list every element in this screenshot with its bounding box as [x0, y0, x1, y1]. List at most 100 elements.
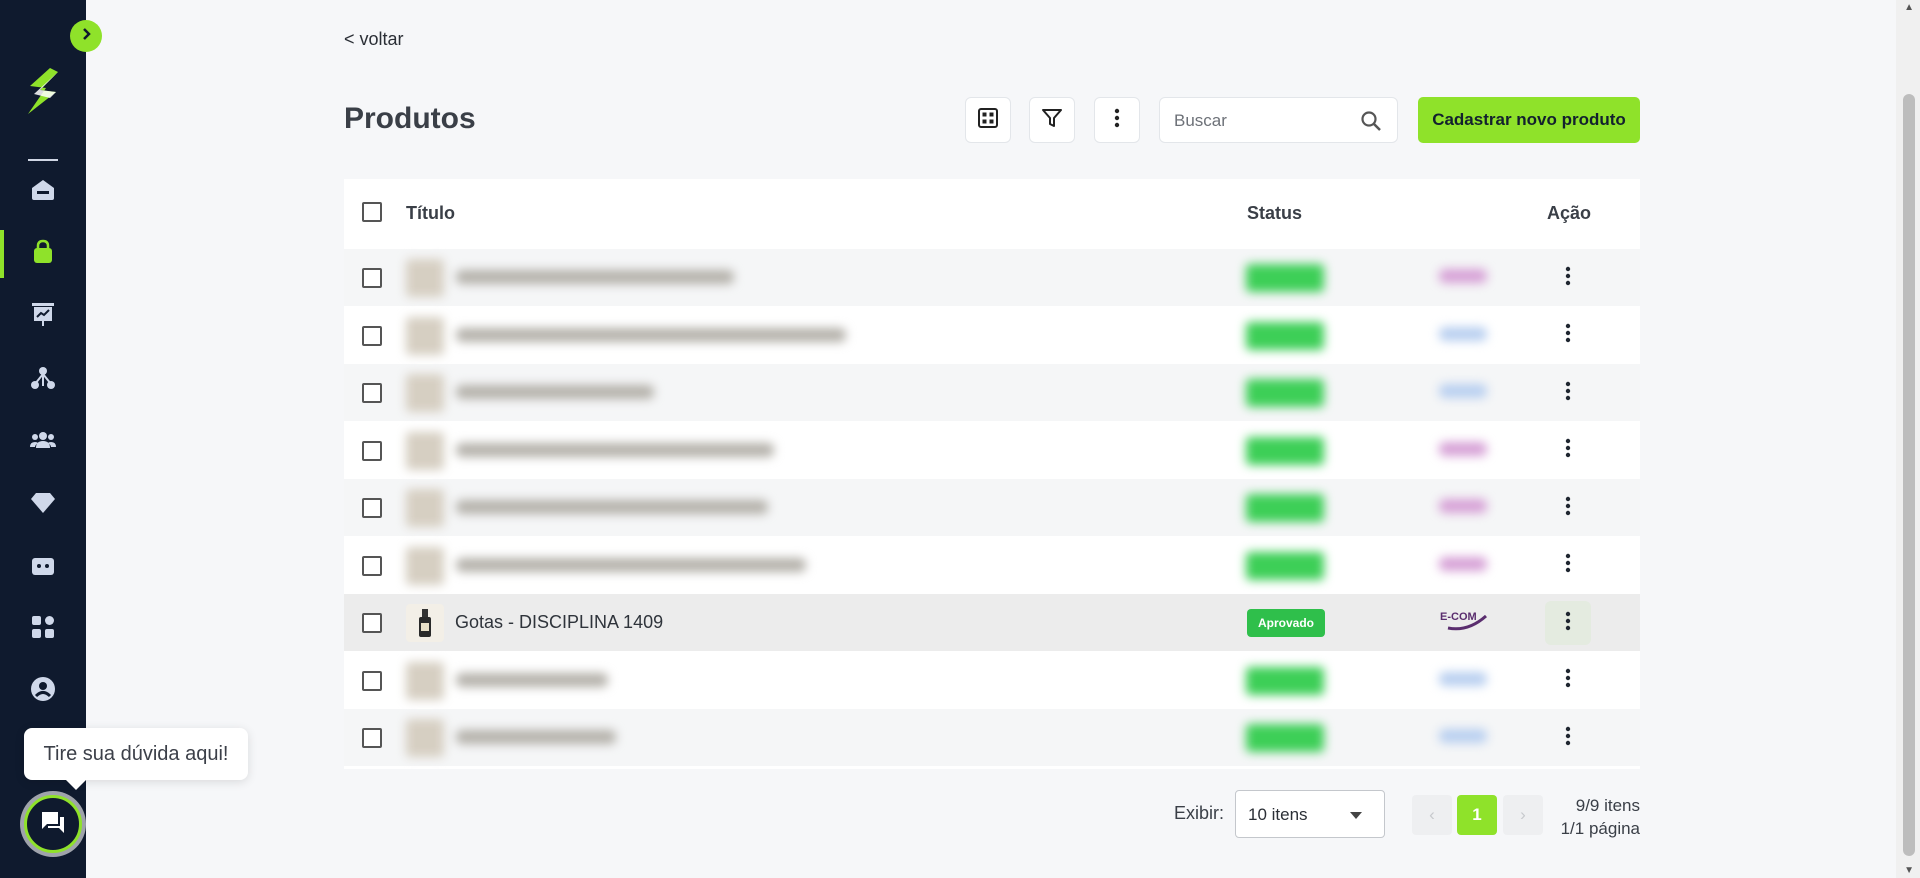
table-row[interactable]	[344, 536, 1640, 594]
row-checkbox[interactable]	[362, 728, 382, 748]
status-badge-redacted	[1246, 494, 1324, 522]
scrollbar[interactable]: ▲ ▼	[1896, 0, 1920, 878]
grid-view-button[interactable]	[965, 97, 1011, 143]
row-checkbox[interactable]	[362, 498, 382, 518]
row-checkbox[interactable]	[362, 440, 382, 461]
table-row[interactable]	[344, 249, 1640, 306]
grid-icon	[976, 106, 1000, 135]
sidebar-item-affiliates[interactable]	[0, 354, 86, 406]
product-thumbnail	[406, 546, 444, 585]
product-thumbnail	[406, 259, 444, 297]
prev-page-button[interactable]: ‹	[1412, 795, 1452, 835]
help-tooltip: Tire sua dúvida aqui!	[24, 728, 248, 790]
product-title-redacted	[456, 385, 654, 399]
channel-logo-redacted	[1439, 671, 1487, 686]
table-row[interactable]	[344, 306, 1640, 364]
kebab-menu-icon	[1556, 436, 1580, 465]
row-checkbox[interactable]	[362, 268, 382, 288]
column-header-title: Título	[406, 203, 455, 223]
product-title-redacted	[456, 672, 608, 687]
product-title[interactable]: Gotas - DISCIPLINA 1409	[455, 612, 663, 633]
new-product-button[interactable]: Cadastrar novo produto	[1418, 97, 1640, 143]
product-title-redacted	[456, 327, 846, 342]
row-actions-button[interactable]	[1545, 486, 1591, 530]
page-count: 1/1 página	[1560, 819, 1640, 838]
chat-icon	[39, 808, 67, 841]
search-box	[1159, 97, 1398, 143]
row-actions-button[interactable]	[1545, 429, 1591, 473]
kebab-menu-icon	[1556, 321, 1580, 350]
row-actions-button[interactable]	[1545, 544, 1591, 588]
chevron-left-icon: ‹	[1429, 805, 1435, 824]
row-actions-button[interactable]	[1545, 371, 1591, 415]
product-title-redacted	[456, 557, 806, 572]
items-count: 9/9 itens	[1575, 796, 1640, 815]
status-badge-redacted	[1246, 436, 1324, 465]
logo-icon[interactable]	[20, 64, 66, 118]
page-button-current[interactable]: 1	[1457, 795, 1497, 835]
product-title-redacted	[456, 442, 774, 457]
table-row[interactable]: Gotas - DISCIPLINA 1409 Aprovado E-COM	[344, 594, 1640, 651]
table-row[interactable]	[344, 709, 1640, 766]
status-badge-redacted	[1246, 264, 1324, 292]
table-row[interactable]	[344, 479, 1640, 536]
sidebar-item-reports[interactable]	[0, 290, 86, 342]
search-input[interactable]	[1172, 108, 1356, 134]
table-row[interactable]	[344, 651, 1640, 709]
table-row[interactable]	[344, 421, 1640, 479]
status-badge-redacted	[1246, 321, 1324, 350]
column-header-action: Ação	[1547, 203, 1592, 223]
more-options-button[interactable]	[1094, 97, 1140, 143]
row-checkbox[interactable]	[362, 670, 382, 691]
sidebar-item-home[interactable]	[0, 166, 86, 218]
sidebar-item-account[interactable]	[0, 665, 86, 717]
scrollbar-thumb[interactable]	[1903, 94, 1915, 856]
chat-button[interactable]	[24, 795, 82, 853]
product-title-redacted	[456, 500, 768, 514]
kebab-menu-icon	[1556, 379, 1580, 408]
row-actions-button[interactable]	[1545, 716, 1591, 760]
row-actions-button[interactable]	[1545, 314, 1591, 358]
row-checkbox[interactable]	[362, 325, 382, 346]
chevron-right-icon	[78, 26, 94, 47]
sidebar-item-finance[interactable]	[0, 542, 86, 594]
filter-button[interactable]	[1029, 97, 1075, 143]
page-title: Produtos	[344, 102, 476, 135]
sidebar-item-products[interactable]	[0, 228, 86, 280]
table-header: Título Status Ação	[344, 179, 1640, 249]
row-actions-button[interactable]	[1545, 601, 1591, 645]
product-thumbnail	[406, 604, 444, 642]
row-actions-button[interactable]	[1545, 256, 1591, 300]
home-icon	[29, 176, 57, 209]
user-circle-icon	[29, 675, 57, 708]
search-icon[interactable]	[1359, 109, 1383, 133]
next-page-button[interactable]: ›	[1503, 795, 1543, 835]
row-checkbox[interactable]	[362, 383, 382, 403]
row-actions-button[interactable]	[1545, 659, 1591, 703]
sidebar-toggle-button[interactable]	[70, 20, 102, 52]
product-thumbnail	[406, 316, 444, 355]
product-thumbnail	[406, 661, 444, 700]
scroll-down-icon[interactable]: ▼	[1904, 865, 1914, 876]
per-page-select[interactable]: 10 itens	[1235, 790, 1385, 838]
apps-grid-icon	[29, 613, 57, 646]
row-checkbox[interactable]	[362, 555, 382, 576]
sidebar-divider	[28, 159, 58, 161]
scroll-up-icon[interactable]: ▲	[1904, 2, 1914, 13]
product-thumbnail	[406, 489, 444, 527]
column-header-status: Status	[1247, 203, 1303, 223]
channel-logo-redacted	[1439, 499, 1487, 513]
diamond-icon	[29, 488, 57, 521]
channel-logo-redacted	[1439, 326, 1487, 341]
channel-logo: E-COM	[1438, 608, 1490, 634]
filter-icon	[1040, 106, 1064, 135]
sidebar-item-apps[interactable]	[0, 603, 86, 655]
row-checkbox[interactable]	[362, 613, 382, 633]
product-thumbnail	[406, 374, 444, 412]
sidebar-item-club[interactable]	[0, 478, 86, 530]
back-link[interactable]: < voltar	[344, 29, 404, 50]
select-all-checkbox[interactable]	[362, 202, 382, 222]
users-icon	[29, 426, 57, 459]
table-row[interactable]	[344, 364, 1640, 421]
sidebar-item-customers[interactable]	[0, 416, 86, 468]
